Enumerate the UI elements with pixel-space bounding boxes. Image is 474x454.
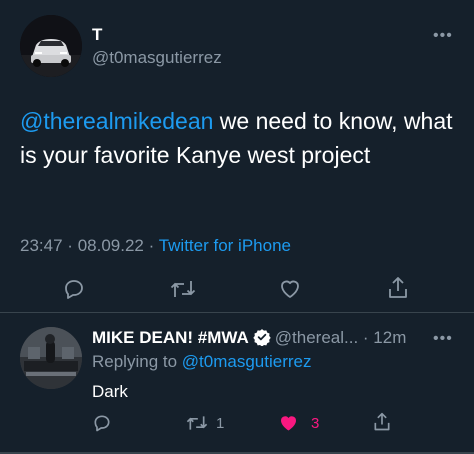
reply-retweet-button[interactable]: 1 [186,413,224,433]
retweet-icon [186,416,208,430]
mention-link[interactable]: @therealmikedean [20,108,213,134]
reply-more-options-icon[interactable]: ••• [433,330,453,348]
reply-share-button[interactable] [372,411,392,433]
studio-avatar-image [20,327,82,389]
heart-filled-icon [281,416,296,431]
reply-reply-button[interactable] [92,413,112,433]
tweet-source[interactable]: Twitter for iPhone [159,236,291,255]
tweet-actions [0,272,474,308]
tweet-date[interactable]: 08.09.22 [78,236,144,255]
car-avatar-image [20,15,82,77]
author-handle[interactable]: @t0masgutierrez [92,48,222,68]
reply-icon [65,280,83,299]
tweet-time[interactable]: 23:47 [20,236,63,255]
reply-author-handle[interactable]: @thereal... [275,328,358,347]
retweet-button[interactable] [170,277,196,301]
reply-icon [94,415,110,432]
divider [0,312,474,313]
reply-actions: 1 3 [0,410,474,440]
meta-separator: · [358,328,374,347]
author-name[interactable]: T [92,25,102,45]
avatar-therealmikedean[interactable] [20,327,82,389]
avatar-t0masgutierrez[interactable] [20,15,82,77]
meta-separator: · [148,236,155,255]
reply-author-name[interactable]: MIKE DEAN! #MWA [92,328,249,347]
more-options-icon[interactable]: ••• [433,27,453,45]
replying-to: Replying to @t0masgutierrez [92,352,311,372]
heart-icon [281,280,299,298]
meta-separator: · [67,236,73,255]
reply-like-button[interactable]: 3 [278,413,319,433]
share-icon [374,412,390,431]
retweet-icon [170,281,196,297]
like-button[interactable] [278,277,302,301]
verified-badge-icon [253,329,271,346]
like-count: 3 [311,414,320,432]
reply-text: Dark [92,382,128,401]
replying-to-handle[interactable]: @t0masgutierrez [182,352,312,371]
tweet-text: @therealmikedean we need to know, what i… [20,104,460,172]
share-icon [389,277,407,298]
reply-header: MIKE DEAN! #MWA @thereal... · 12m [92,328,406,348]
reply-button[interactable] [62,277,86,301]
replying-to-label: Replying to [92,352,182,371]
tweet-meta: 23:47 · 08.09.22 · Twitter for iPhone [20,236,291,256]
reply-time[interactable]: 12m [373,328,406,347]
retweet-count: 1 [216,414,225,432]
share-button[interactable] [386,275,410,301]
